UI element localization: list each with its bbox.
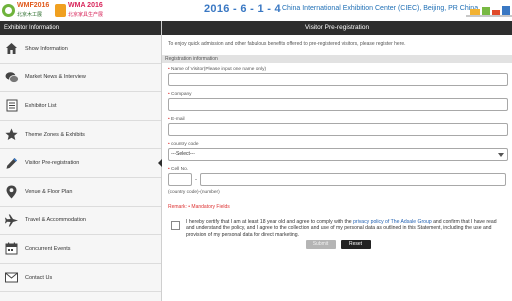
- wmf-logo-subtitle: 北京木工展: [17, 12, 43, 18]
- registration-panel: Visitor Pre-registration To enjoy quick …: [162, 21, 512, 301]
- cell-label: • Cell No.: [168, 167, 189, 172]
- sidebar-item-label: Venue & Floor Plan: [25, 188, 73, 195]
- sidebar-item-contact-us[interactable]: Contact Us: [0, 264, 161, 293]
- house-icon: [4, 41, 19, 56]
- mandatory-remark: Remark: • Mandatory Fields: [168, 204, 230, 210]
- sidebar-item-show-information[interactable]: Show Information: [0, 35, 161, 64]
- form-buttons: Submit Reset: [168, 240, 508, 250]
- wma-logo-mark: [55, 4, 66, 17]
- company-label: • Company: [168, 92, 192, 97]
- list-icon: [4, 98, 19, 113]
- sidebar-item-label: Show Information: [25, 45, 68, 52]
- sidebar-item-label: Travel & Accommodation: [25, 217, 86, 224]
- event-date: 2016 - 6 - 1 - 4: [204, 3, 281, 15]
- sidebar-item-label: Theme Zones & Exhibits: [25, 131, 85, 138]
- wmf-logo: WMF2016 北京木工展: [2, 1, 52, 20]
- email-label: • E-mail: [168, 117, 185, 122]
- sidebar-item-travel-accommodation[interactable]: Travel & Accommodation: [0, 207, 161, 236]
- intro-text: To enjoy quick admission and other fabul…: [168, 41, 406, 47]
- sidebar-item-exhibitor-list[interactable]: Exhibitor List: [0, 92, 161, 121]
- wmf-logo-mark: [2, 4, 15, 17]
- star-icon: [4, 127, 19, 142]
- sidebar-item-label: Market News & Interview: [25, 74, 86, 81]
- cell-hint: (country code)-(number): [168, 190, 220, 195]
- top-banner: WMF2016 北京木工展 WMA 2016 北京家具生产展 2016 - 6 …: [0, 0, 512, 21]
- sidebar-item-label: Concurrent Events: [25, 245, 71, 252]
- envelope-icon: [4, 270, 19, 285]
- cell-row: -: [168, 173, 508, 186]
- consent-checkbox[interactable]: [171, 221, 180, 230]
- wma-logo: WMA 2016 北京家具生产展: [55, 1, 105, 20]
- cell-country-code-field[interactable]: [168, 173, 192, 186]
- sidebar-item-venue-floor-plan[interactable]: Venue & Floor Plan: [0, 178, 161, 207]
- sidebar-item-visitor-preregistration[interactable]: Visitor Pre-registration: [0, 149, 162, 178]
- event-venue: China International Exhibition Center (C…: [282, 5, 479, 12]
- wma-logo-subtitle: 北京家具生产展: [68, 12, 104, 18]
- wmf-logo-title: WMF2016: [17, 2, 50, 9]
- submit-button[interactable]: Submit: [305, 240, 336, 250]
- sidebar-item-label: Exhibitor List: [25, 102, 57, 109]
- cell-separator: -: [195, 176, 197, 183]
- banner-decoration: [466, 6, 512, 17]
- sidebar: Exhibitor Information Show Information M…: [0, 21, 162, 301]
- name-label: • Name of Visitor(Please input one name …: [168, 67, 267, 72]
- calendar-icon: [4, 241, 19, 256]
- consent-row: I hereby certify that I am at least 18 y…: [168, 219, 508, 238]
- plane-icon: [4, 213, 19, 228]
- registration-form: • Name of Visitor(Please input one name …: [162, 63, 512, 250]
- country-code-select[interactable]: ---Select---: [168, 148, 508, 161]
- pen-icon: [4, 156, 19, 171]
- email-field[interactable]: [168, 123, 508, 136]
- sidebar-item-label: Visitor Pre-registration: [25, 160, 80, 167]
- cell-number-field[interactable]: [200, 173, 506, 186]
- sidebar-item-concurrent-events[interactable]: Concurrent Events: [0, 235, 161, 264]
- page-title: Visitor Pre-registration: [162, 21, 512, 35]
- sidebar-item-theme-zones[interactable]: Theme Zones & Exhibits: [0, 121, 161, 150]
- name-field[interactable]: [168, 73, 508, 86]
- company-field[interactable]: [168, 98, 508, 111]
- sidebar-header: Exhibitor Information: [0, 21, 161, 35]
- sidebar-item-label: Contact Us: [25, 274, 53, 281]
- reset-button[interactable]: Reset: [340, 240, 371, 250]
- sidebar-item-market-news[interactable]: Market News & Interview: [0, 64, 161, 93]
- country-code-label: • country code: [168, 142, 199, 147]
- chevron-down-icon: [498, 153, 504, 157]
- consent-text: I hereby certify that I am at least 18 y…: [186, 219, 497, 238]
- privacy-policy-link[interactable]: privacy policy of The Adsale Group: [353, 219, 432, 225]
- wma-logo-title: WMA 2016: [68, 2, 103, 9]
- chat-bubbles-icon: [4, 70, 19, 85]
- section-header: Registration information: [162, 55, 512, 63]
- country-code-value: ---Select---: [171, 151, 195, 157]
- map-pin-icon: [4, 184, 19, 199]
